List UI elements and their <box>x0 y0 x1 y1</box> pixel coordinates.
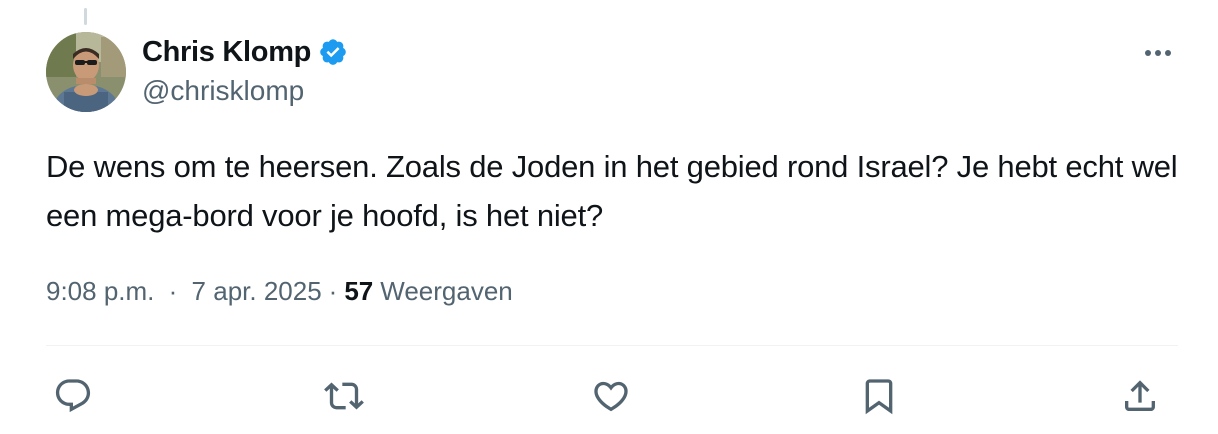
share-icon <box>1125 380 1155 411</box>
views-count: 57 <box>344 276 374 306</box>
tweet-card: Chris Klomp @chrisklomp De wens om te he… <box>0 0 1218 434</box>
repost-button[interactable] <box>322 374 366 418</box>
author-handle[interactable]: @chrisklomp <box>142 75 304 107</box>
like-button[interactable] <box>589 374 633 418</box>
tweet-text: De wens om te heersen. Zoals de Joden in… <box>46 149 1178 233</box>
reply-button[interactable] <box>51 374 95 418</box>
tweet-time: 9:08 p.m. <box>46 276 155 306</box>
heart-icon <box>594 381 628 412</box>
tweet-meta: 9:08 p.m. · 7 apr. 2025 · 57 Weergaven <box>46 276 513 307</box>
avatar-image <box>46 32 126 112</box>
tweet-date: 7 apr. 2025 <box>191 276 322 306</box>
bookmark-button[interactable] <box>857 374 901 418</box>
share-button[interactable] <box>1118 374 1162 418</box>
thread-connector-line <box>84 8 87 25</box>
more-options-button[interactable] <box>1136 38 1180 68</box>
avatar[interactable] <box>46 32 126 112</box>
meta-separator: · <box>168 276 178 306</box>
repost-icon <box>324 382 364 410</box>
author-display-name[interactable]: Chris Klomp <box>142 36 311 69</box>
views-label: Weergaven <box>380 276 513 306</box>
more-dots-icon <box>1145 50 1171 56</box>
verified-badge-icon[interactable] <box>318 37 348 67</box>
author-name-row: Chris Klomp <box>142 32 348 72</box>
meta-separator: · <box>328 276 338 306</box>
divider <box>46 345 1178 346</box>
tweet-time-link[interactable]: 9:08 p.m. · 7 apr. 2025 <box>46 276 322 307</box>
reply-icon <box>55 379 91 413</box>
bookmark-icon <box>865 379 893 415</box>
